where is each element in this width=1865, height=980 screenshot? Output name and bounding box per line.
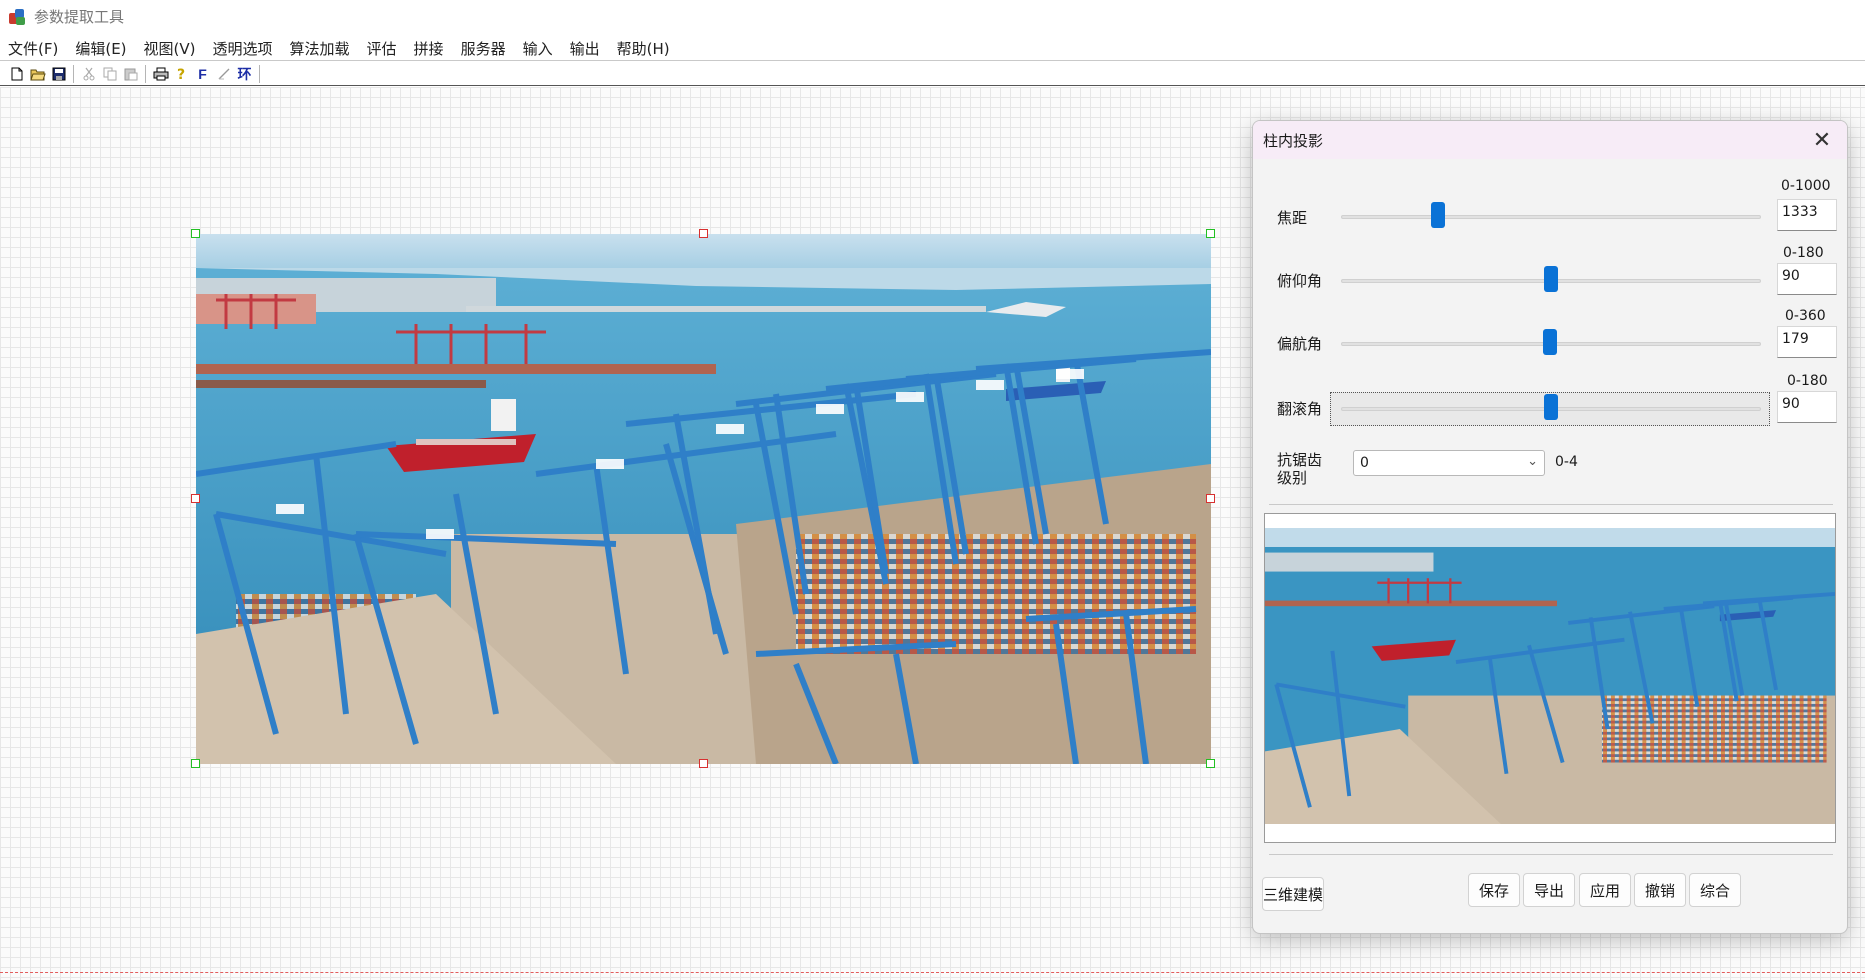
resize-handle-middle-right[interactable] [1206, 494, 1215, 503]
resize-handle-bottom-left[interactable] [191, 759, 200, 768]
cut-icon[interactable] [78, 64, 99, 84]
menu-algorithm[interactable]: 算法加载 [282, 38, 359, 59]
menu-transparency[interactable]: 透明选项 [205, 38, 282, 59]
dialog-divider-top [1269, 504, 1833, 505]
resize-handle-bottom-right[interactable] [1206, 759, 1215, 768]
antialias-range-label: 0-4 [1555, 454, 1578, 470]
dialog-title-bar[interactable]: 柱内投影 ✕ [1253, 121, 1847, 159]
open-folder-icon[interactable] [27, 64, 48, 84]
focal-label: 焦距 [1277, 209, 1308, 227]
dialog-divider-bottom [1269, 854, 1833, 855]
menu-input[interactable]: 输入 [515, 38, 562, 59]
menu-edit[interactable]: 编辑(E) [67, 38, 135, 59]
yaw-slider-thumb[interactable] [1542, 329, 1557, 355]
menu-view[interactable]: 视图(V) [136, 38, 205, 59]
resize-handle-bottom-center[interactable] [699, 759, 708, 768]
focal-slider-thumb[interactable] [1430, 202, 1445, 228]
roll-value-input[interactable]: 90 [1777, 391, 1837, 423]
focal-slider-track[interactable] [1341, 215, 1761, 219]
menu-file[interactable]: 文件(F) [0, 38, 67, 59]
font-icon[interactable]: F [192, 64, 213, 84]
yaw-range-label: 0-360 [1785, 308, 1826, 324]
model-3d-button[interactable]: 三维建模 [1262, 877, 1324, 911]
pitch-range-label: 0-180 [1783, 245, 1824, 261]
roll-label: 翻滚角 [1277, 400, 1323, 418]
menu-help[interactable]: 帮助(H) [609, 38, 679, 59]
apply-button[interactable]: 应用 [1579, 873, 1631, 907]
dialog-title: 柱内投影 [1263, 131, 1324, 150]
svg-text:?: ? [177, 67, 185, 82]
combine-button[interactable]: 综合 [1689, 873, 1741, 907]
menu-stitch[interactable]: 拼接 [406, 38, 453, 59]
font-icon-glyph: F [198, 65, 207, 82]
pitch-slider-thumb[interactable] [1544, 266, 1558, 292]
yaw-value-input[interactable]: 179 [1777, 326, 1837, 358]
save-button[interactable]: 保存 [1468, 873, 1520, 907]
paste-icon[interactable] [120, 64, 141, 84]
copy-icon[interactable] [99, 64, 120, 84]
preview-image [1265, 528, 1835, 824]
toolbar: ? F 环 [0, 62, 1865, 86]
antialias-label-line2: 级别 [1277, 469, 1308, 487]
close-icon[interactable]: ✕ [1811, 128, 1833, 153]
pitch-value-input[interactable]: 90 [1777, 263, 1837, 295]
canvas-boundary-line [0, 972, 1865, 973]
toolbar-separator [259, 64, 260, 83]
resize-handle-top-left[interactable] [191, 229, 200, 238]
title-bar: 参数提取工具 [0, 0, 1865, 33]
cylinder-projection-dialog: 柱内投影 ✕ 0-1000 焦距 1333 0-180 俯仰角 90 0-360… [1252, 120, 1848, 934]
line-icon[interactable] [213, 64, 234, 84]
menu-server[interactable]: 服务器 [453, 38, 515, 59]
toolbar-separator [145, 64, 146, 83]
resize-handle-middle-left[interactable] [191, 494, 200, 503]
focal-range-label: 0-1000 [1781, 178, 1831, 194]
toolbar-separator [73, 64, 74, 83]
resize-handle-top-center[interactable] [699, 229, 708, 238]
roll-range-label: 0-180 [1787, 373, 1828, 389]
menu-bar: 文件(F) 编辑(E) 视图(V) 透明选项 算法加载 评估 拼接 服务器 输入… [0, 36, 1865, 61]
resize-handle-top-right[interactable] [1206, 229, 1215, 238]
menu-output[interactable]: 输出 [562, 38, 609, 59]
antialias-selected-value: 0 [1360, 455, 1369, 471]
ring-icon-glyph: 环 [237, 66, 252, 83]
undo-button[interactable]: 撤销 [1634, 873, 1686, 907]
window-title: 参数提取工具 [34, 8, 125, 26]
export-button[interactable]: 导出 [1523, 873, 1575, 907]
pitch-label: 俯仰角 [1277, 272, 1323, 290]
roll-slider-thumb[interactable] [1544, 394, 1558, 420]
menu-evaluate[interactable]: 评估 [359, 38, 406, 59]
app-icon [8, 8, 26, 26]
ring-icon[interactable]: 环 [234, 64, 255, 84]
projection-preview [1264, 513, 1836, 843]
chevron-down-icon: ⌄ [1527, 454, 1538, 469]
print-icon[interactable] [150, 64, 171, 84]
help-icon[interactable]: ? [171, 64, 192, 84]
yaw-label: 偏航角 [1277, 335, 1323, 353]
antialias-select[interactable]: 0 ⌄ [1353, 450, 1545, 476]
save-icon[interactable] [48, 64, 69, 84]
port-panorama-image[interactable] [196, 234, 1211, 764]
new-file-icon[interactable] [6, 64, 27, 84]
focal-value-input[interactable]: 1333 [1777, 199, 1837, 231]
